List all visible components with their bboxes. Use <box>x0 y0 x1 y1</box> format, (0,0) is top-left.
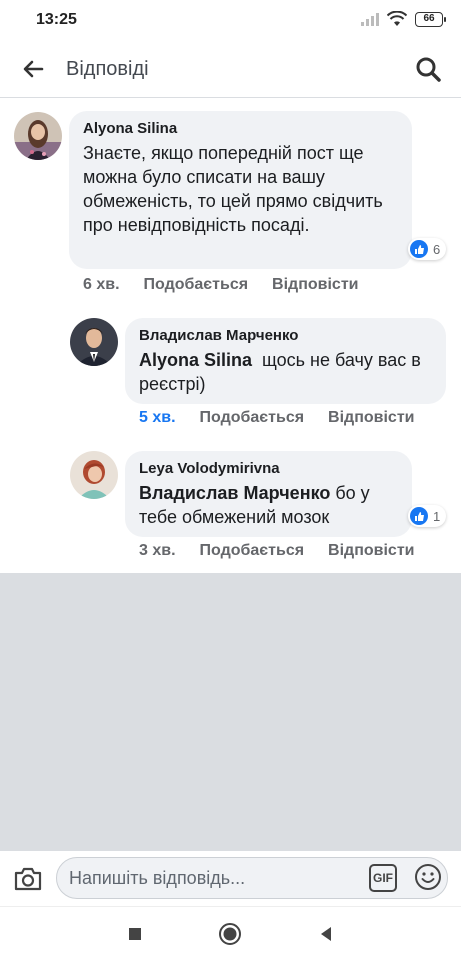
page-title: Відповіді <box>66 58 149 80</box>
arrow-left-icon <box>23 60 44 78</box>
comment-text: Знаєте, якщо попередній пост ще можна бу… <box>83 143 383 235</box>
mention-link[interactable]: Владислав Марченко <box>139 483 330 503</box>
reaction-count: 6 <box>433 241 441 257</box>
status-time: 13:25 <box>36 11 77 28</box>
like-icon <box>410 507 428 525</box>
square-recents-icon <box>129 928 141 940</box>
signal-icon <box>361 12 379 26</box>
reaction-count: 1 <box>433 508 441 524</box>
smiley-icon <box>415 864 441 890</box>
avatar-image <box>70 451 118 499</box>
comment-author[interactable]: Владислав Марченко <box>139 327 432 344</box>
mention-link[interactable]: Alyona Silina <box>139 350 252 370</box>
comments-list: Alyona Silina Знаєте, якщо попередній по… <box>0 99 461 573</box>
camera-icon <box>14 867 42 891</box>
reply-input-box[interactable]: GIF <box>56 857 448 899</box>
nav-back-button[interactable] <box>313 921 339 947</box>
like-icon <box>410 240 428 258</box>
comment-bubble: Alyona Silina Знаєте, якщо попередній по… <box>69 111 412 269</box>
battery-icon: 66 <box>415 11 446 27</box>
comment-author[interactable]: Leya Volodymirivna <box>139 460 398 477</box>
wifi-icon <box>387 11 407 26</box>
reaction-badge[interactable]: 1 <box>408 505 447 527</box>
avatar-image <box>14 112 62 160</box>
avatar[interactable] <box>70 451 118 499</box>
circle-home-icon <box>219 923 241 945</box>
comment-bubble: Владислав Марченко Alyona Silina щось не… <box>125 318 446 404</box>
system-nav-bar <box>0 906 461 960</box>
status-bar: 13:25 66 <box>0 0 461 40</box>
search-button[interactable] <box>413 54 443 84</box>
triangle-back-icon <box>321 927 331 941</box>
reply-button[interactable]: Відповісти <box>272 276 358 294</box>
reaction-badge[interactable]: 6 <box>408 238 447 260</box>
recents-button[interactable] <box>122 921 148 947</box>
comment-meta: 3 хв. Подобається Відповісти <box>139 542 415 560</box>
camera-button[interactable] <box>12 863 44 895</box>
comment-author[interactable]: Alyona Silina <box>83 120 398 137</box>
gif-button[interactable]: GIF <box>369 864 397 892</box>
comment-meta: 6 хв. Подобається Відповісти <box>83 276 359 294</box>
like-button[interactable]: Подобається <box>200 542 305 560</box>
reply-button[interactable]: Відповісти <box>328 542 414 560</box>
reply-button[interactable]: Відповісти <box>328 409 414 427</box>
comment-bubble: Leya Volodymirivna Владислав Марченко бо… <box>125 451 412 537</box>
like-button[interactable]: Подобається <box>144 276 249 294</box>
reply-composer: GIF <box>0 850 461 906</box>
comment-meta: 5 хв. Подобається Відповісти <box>139 409 415 427</box>
search-icon <box>416 57 441 82</box>
comment-time[interactable]: 6 хв. <box>83 276 120 294</box>
header: Відповіді <box>0 40 461 98</box>
empty-area <box>0 573 461 850</box>
avatar[interactable] <box>70 318 118 366</box>
comment-time[interactable]: 5 хв. <box>139 409 176 427</box>
reply-input[interactable] <box>69 858 359 898</box>
emoji-button[interactable] <box>413 862 443 892</box>
comment-body: Alyona Silina щось не бачу вас в реєстрі… <box>139 348 432 396</box>
avatar[interactable] <box>14 112 62 160</box>
like-button[interactable]: Подобається <box>200 409 305 427</box>
home-button[interactable] <box>217 921 243 947</box>
comment-body: Владислав Марченко бо у тебе обмежений м… <box>139 481 398 529</box>
comment-time[interactable]: 3 хв. <box>139 542 176 560</box>
avatar-image <box>70 318 118 366</box>
back-button[interactable] <box>18 54 48 84</box>
status-icons: 66 <box>361 11 446 27</box>
